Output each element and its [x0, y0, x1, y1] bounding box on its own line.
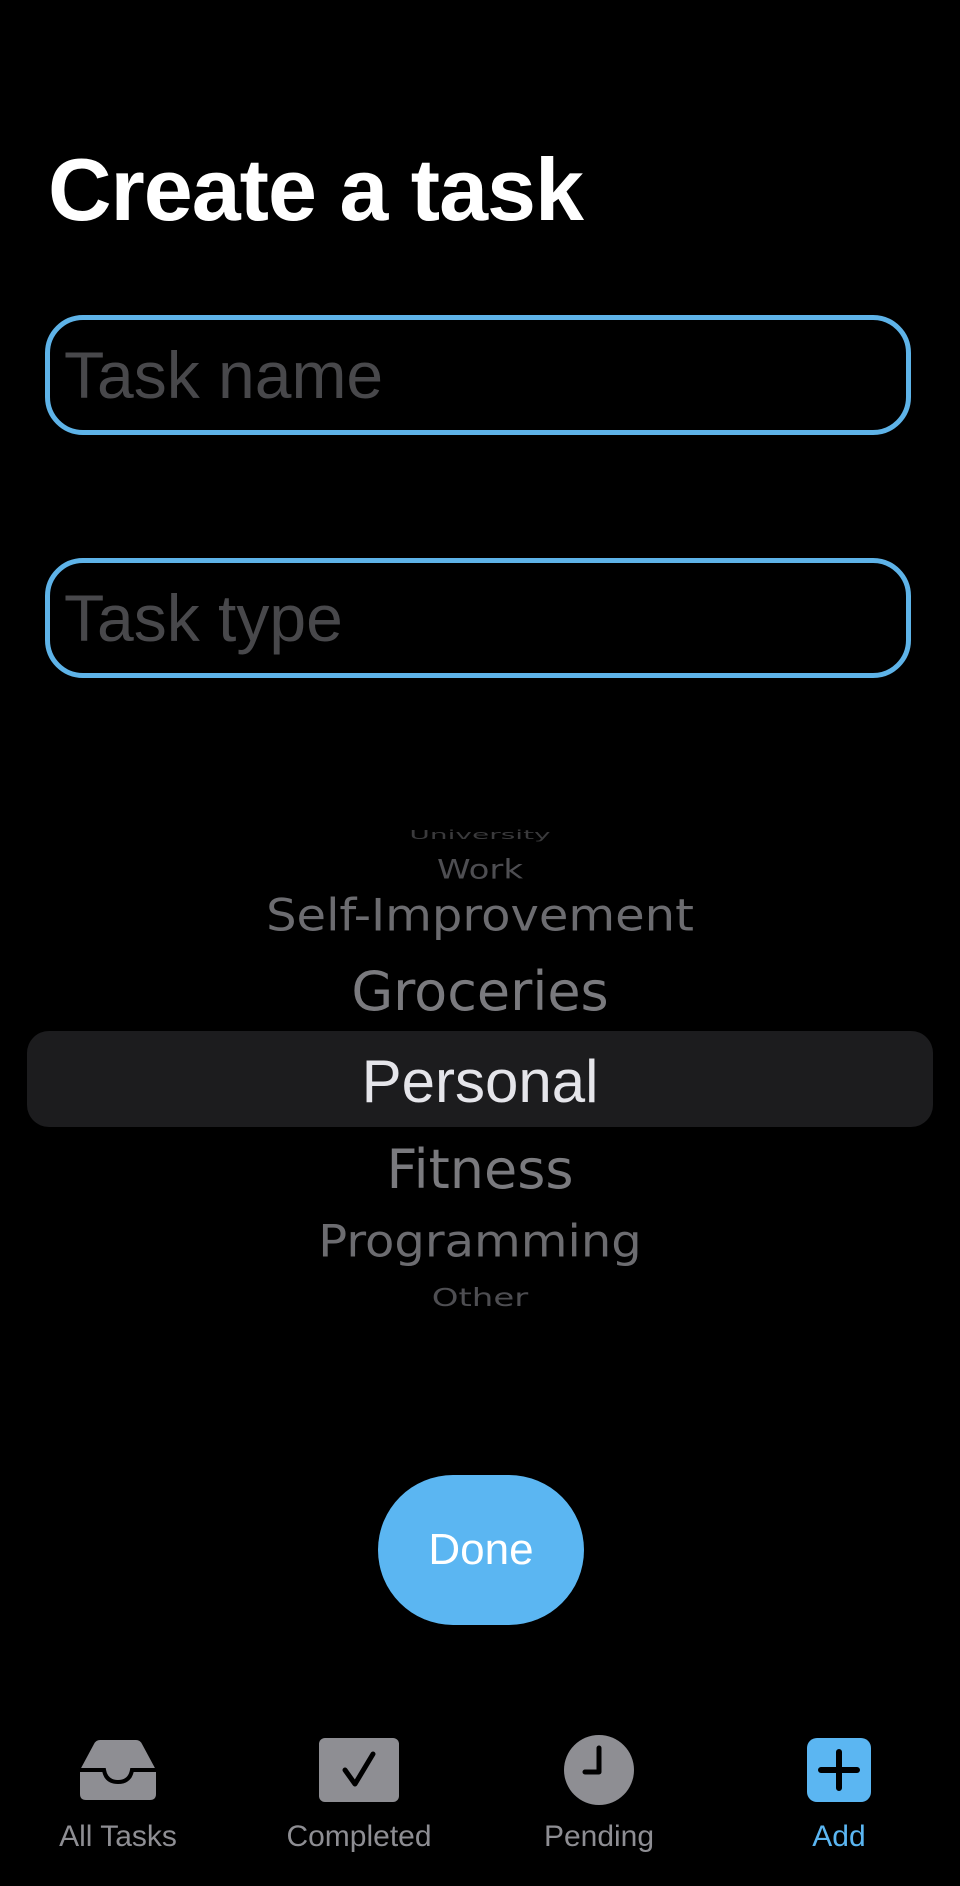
- tab-completed[interactable]: Completed: [249, 1734, 469, 1874]
- task-type-input[interactable]: [64, 580, 906, 656]
- tray-icon: [78, 1734, 158, 1806]
- picker-option-other[interactable]: Other: [0, 1284, 960, 1313]
- picker-option-self-improvement[interactable]: Self-Improvement: [0, 890, 960, 942]
- page-title: Create a task: [48, 140, 584, 239]
- tab-pending[interactable]: Pending: [489, 1734, 709, 1874]
- picker-option-groceries[interactable]: Groceries: [0, 960, 960, 1023]
- tab-label-completed: Completed: [286, 1820, 432, 1853]
- task-type-field[interactable]: [45, 558, 911, 678]
- tab-label-all-tasks: All Tasks: [59, 1820, 177, 1853]
- tab-bar: All Tasks Completed Pending Add: [0, 1720, 960, 1886]
- clock-icon: [559, 1734, 639, 1806]
- picker-option-programming[interactable]: Programming: [0, 1216, 960, 1268]
- picker-option-university[interactable]: University: [0, 827, 960, 842]
- tab-label-add: Add: [812, 1820, 866, 1853]
- tab-add[interactable]: Add: [729, 1734, 949, 1874]
- task-name-input[interactable]: [64, 337, 906, 413]
- picker-option-personal-selected[interactable]: Personal: [0, 1047, 960, 1116]
- tab-all-tasks[interactable]: All Tasks: [8, 1734, 228, 1874]
- task-type-picker[interactable]: University Work Self-Improvement Groceri…: [0, 800, 960, 1330]
- picker-option-work[interactable]: Work: [0, 854, 960, 885]
- task-name-field[interactable]: [45, 315, 911, 435]
- done-button[interactable]: Done: [378, 1475, 584, 1625]
- tab-label-pending: Pending: [543, 1820, 655, 1853]
- plus-square-icon: [799, 1734, 879, 1806]
- checkmark-square-icon: [319, 1734, 399, 1806]
- picker-option-fitness[interactable]: Fitness: [0, 1138, 960, 1201]
